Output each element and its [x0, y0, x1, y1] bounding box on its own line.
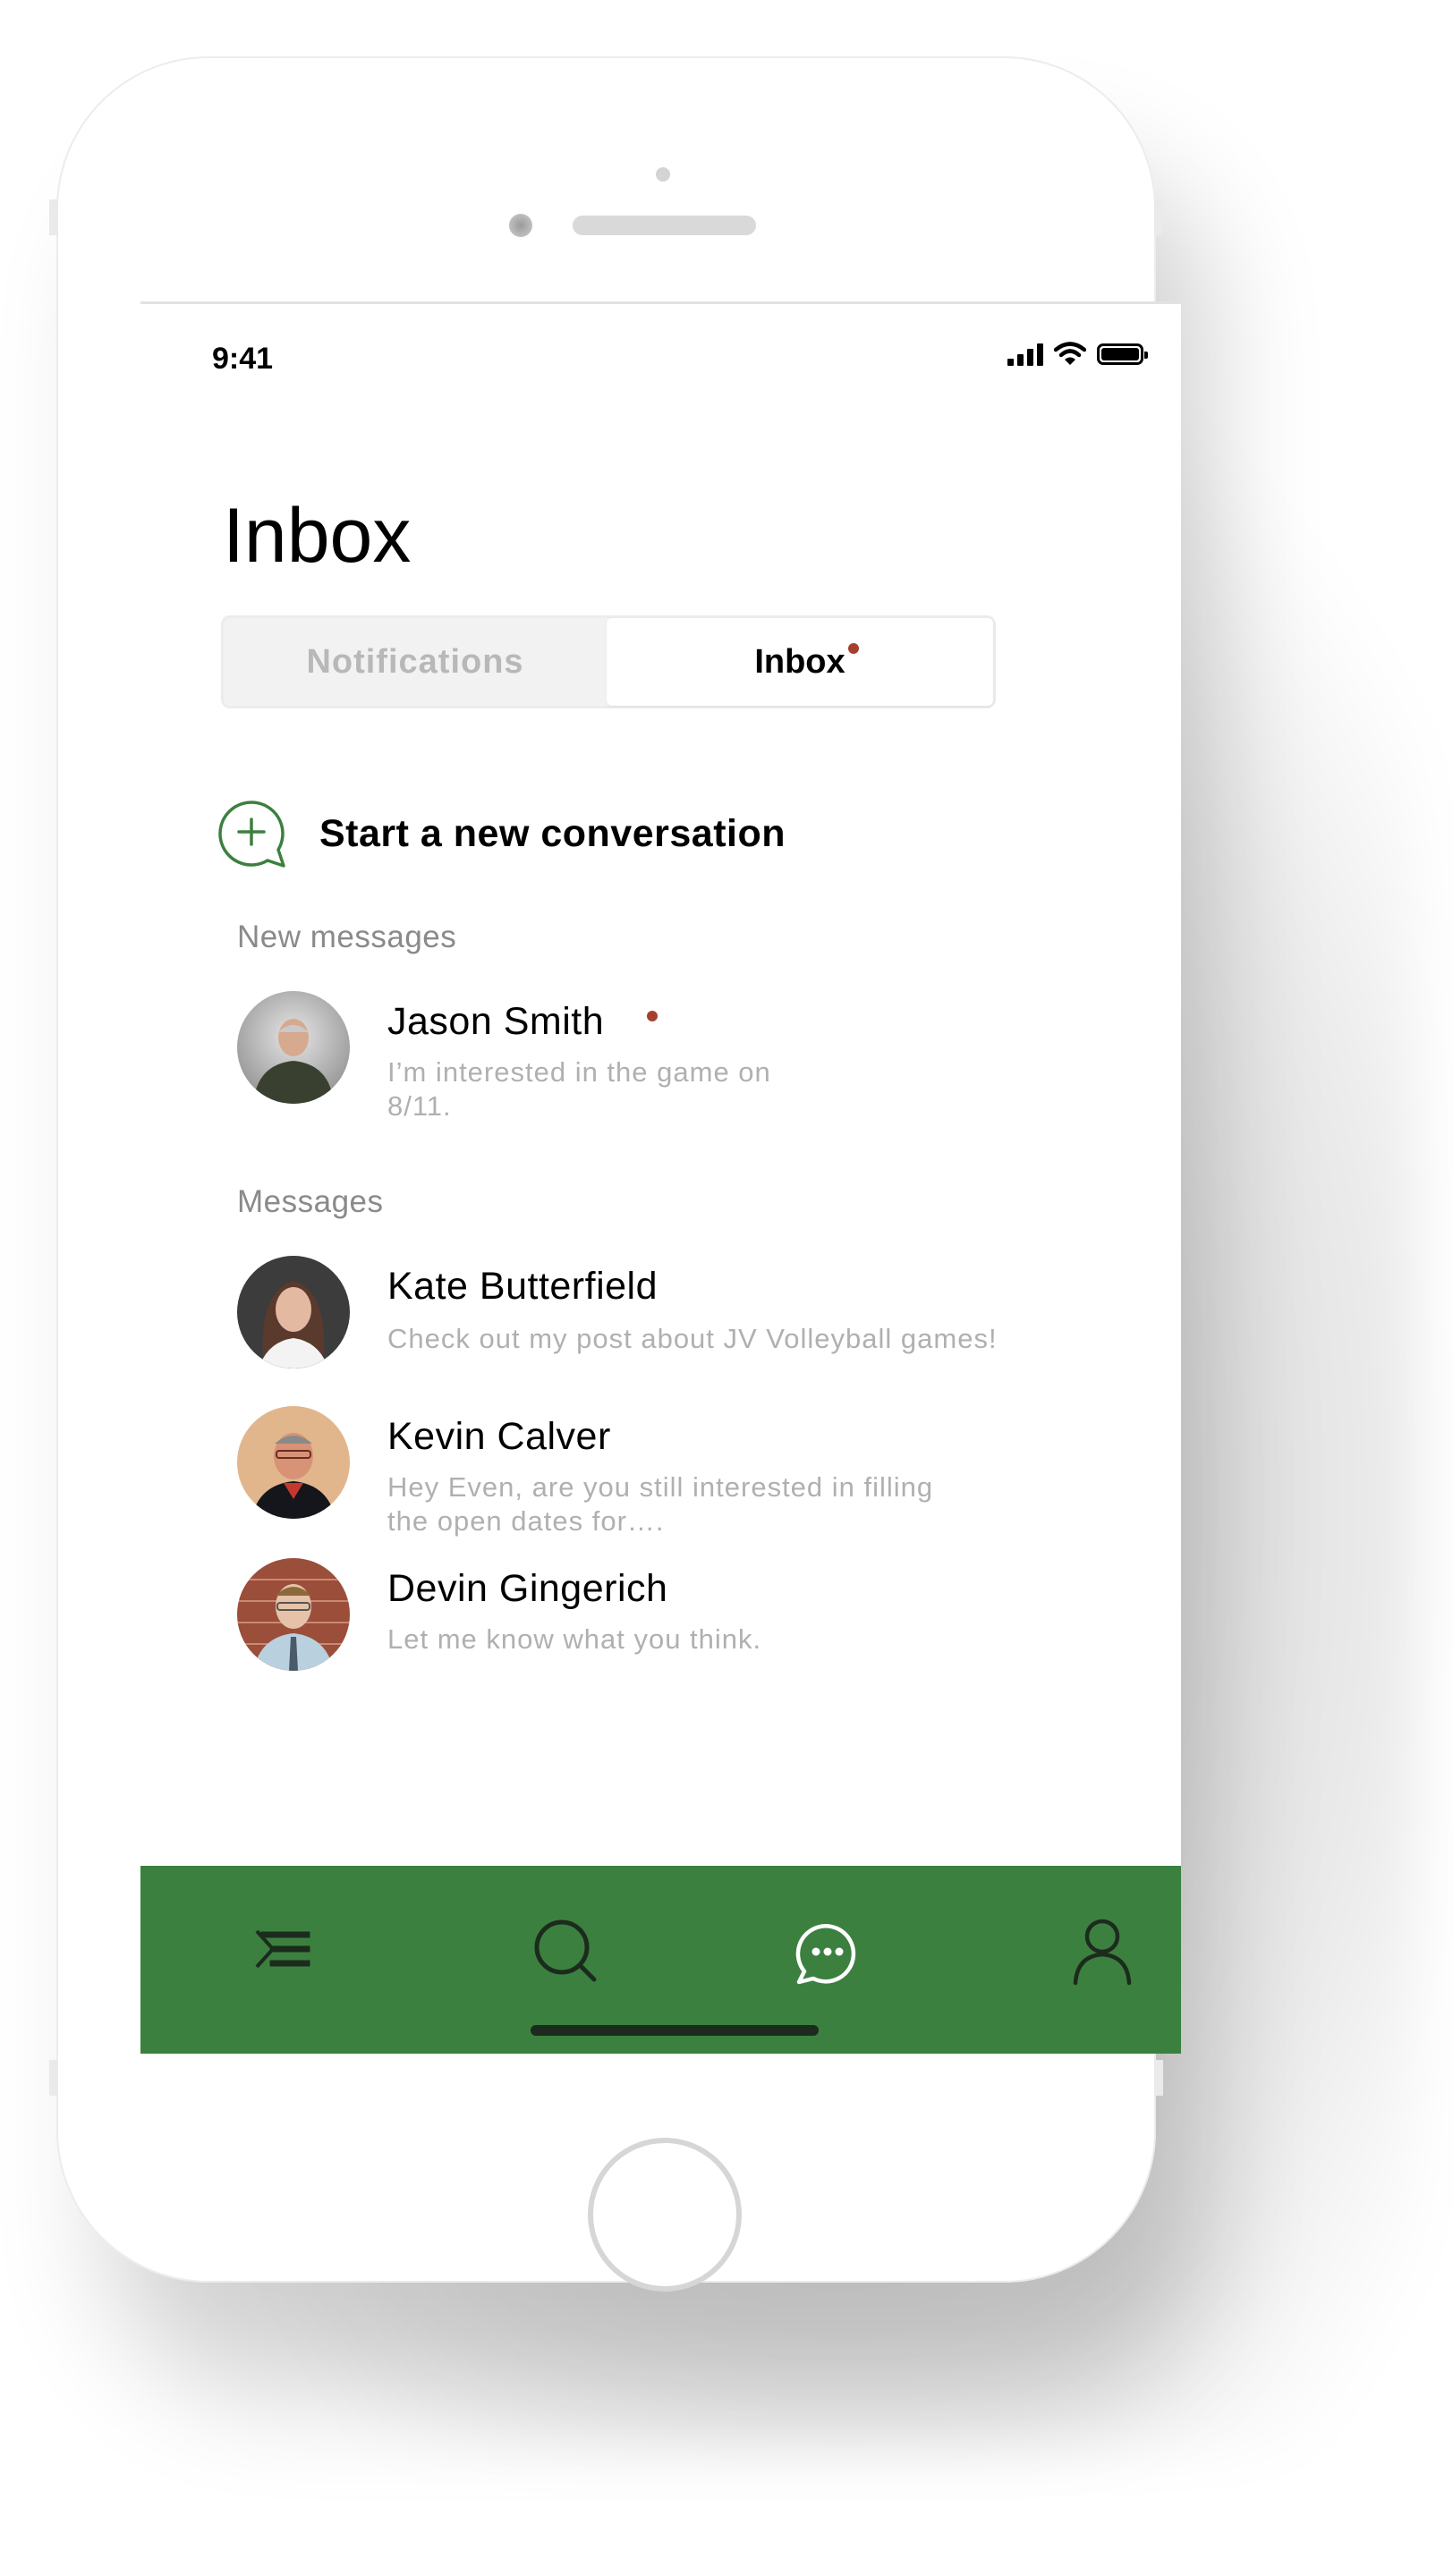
wifi-icon [1054, 342, 1086, 365]
unread-indicator-dot [647, 1011, 658, 1021]
new-conversation-button[interactable]: Start a new conversation [216, 798, 786, 869]
home-indicator [531, 2025, 819, 2036]
contact-name: Kevin Calver [387, 1415, 611, 1458]
side-button-right-bottom [1154, 2060, 1163, 2096]
tab-search[interactable] [525, 1911, 606, 1991]
bottom-tab-bar [140, 1866, 1181, 2054]
conversation-item-jason-smith[interactable]: Jason Smith I’m interested in the game o… [237, 991, 1132, 1125]
contact-name: Jason Smith [387, 1000, 605, 1043]
avatar [237, 1558, 350, 1671]
phone-frame: 9:41 Inbox Notifications Inbox Start a n… [49, 56, 1181, 2292]
side-button-left-top [49, 199, 58, 235]
search-icon [534, 1919, 597, 1982]
tab-inbox[interactable]: Inbox [607, 618, 993, 706]
unread-indicator-dot [848, 643, 859, 654]
avatar [237, 991, 350, 1104]
avatar [237, 1406, 350, 1519]
avatar [237, 1256, 350, 1368]
front-camera [509, 214, 532, 237]
add-chat-icon [218, 801, 285, 868]
page-title: Inbox [223, 493, 412, 579]
cellular-signal-icon [1007, 343, 1043, 366]
message-preview: Let me know what you think. [387, 1623, 762, 1655]
status-icons [1007, 342, 1148, 367]
side-button-right-top [1154, 199, 1163, 235]
status-time: 9:41 [212, 342, 274, 376]
new-conversation-label: Start a new conversation [319, 811, 786, 855]
profile-icon [1073, 1919, 1132, 1986]
tab-profile[interactable] [1062, 1911, 1143, 1991]
new-messages-heading: New messages [237, 919, 457, 954]
menu-icon [255, 1929, 310, 1969]
messages-heading: Messages [237, 1184, 384, 1219]
message-preview: Hey Even, are you still interested in fi… [387, 1471, 934, 1537]
proximity-sensor [656, 167, 670, 182]
tab-inbox-label: Inbox [754, 643, 845, 681]
home-button[interactable] [588, 2138, 742, 2292]
message-preview: Check out my post about JV Volleyball ga… [387, 1323, 998, 1354]
battery-icon [1097, 343, 1148, 365]
conversation-item-kate-butterfield[interactable]: Kate Butterfield Check out my post about… [237, 1256, 1132, 1372]
conversation-item-kevin-calver[interactable]: Kevin Calver Hey Even, are you still int… [237, 1406, 1132, 1540]
side-button-left-bottom [49, 2060, 58, 2096]
contact-name: Kate Butterfield [387, 1265, 659, 1308]
contact-name: Devin Gingerich [387, 1567, 668, 1610]
earpiece-speaker [573, 216, 756, 235]
message-preview: I’m interested in the game on 8/11. [387, 1056, 771, 1122]
chat-icon [795, 1924, 856, 1985]
conversation-item-devin-gingerich[interactable]: Devin Gingerich Let me know what you thi… [237, 1558, 1132, 1674]
app-screen: 9:41 Inbox Notifications Inbox Start a n… [140, 301, 1181, 2054]
tab-messages[interactable] [786, 1911, 867, 1991]
inbox-segmented-control: Notifications Inbox [221, 615, 996, 708]
tab-notifications[interactable]: Notifications [224, 618, 607, 706]
tab-menu[interactable] [243, 1911, 324, 1991]
